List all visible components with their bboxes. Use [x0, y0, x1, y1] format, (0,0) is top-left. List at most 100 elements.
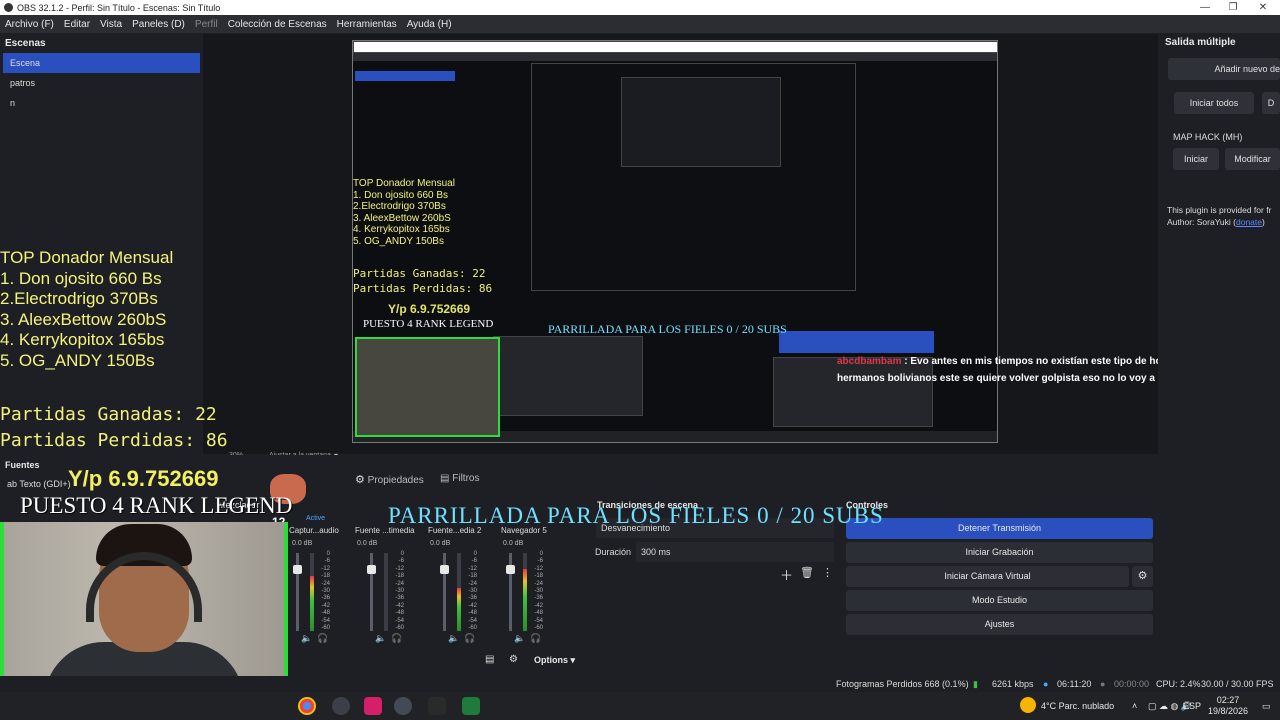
start-virtual-camera-button[interactable]: Iniciar Cámara Virtual: [846, 566, 1129, 587]
start-all-button[interactable]: Iniciar todos: [1174, 92, 1254, 114]
tray-chevron-icon[interactable]: ˄: [1132, 701, 1137, 711]
donor-line: 2.Electrodrigo 370Bs: [0, 289, 158, 308]
menu-edit[interactable]: Editar: [59, 19, 95, 30]
dropped-frames: Fotogramas Perdidos 668 (0.1%): [836, 679, 969, 689]
studio-mode-button[interactable]: Modo Estudio: [846, 590, 1153, 611]
author-suffix: ): [1261, 217, 1265, 227]
excel-icon[interactable]: [462, 697, 480, 715]
meter-ticks: 0 -6 -12 -18 -24 -30 -36 -42 -48 -54 -60: [316, 551, 330, 632]
wins-text: Partidas Ganadas: 22: [0, 404, 217, 425]
menu-tools[interactable]: Herramientas: [332, 19, 402, 30]
nested-controls: [773, 357, 933, 427]
meter-tick: -24: [395, 580, 404, 587]
mute-icon[interactable]: 🔈: [375, 633, 386, 644]
nested-wins: Partidas Ganadas: 22: [353, 267, 486, 280]
menu-bar: Archivo (F) Editar Vista Paneles (D) Per…: [0, 15, 1280, 33]
more-options-icon[interactable]: ⋮: [822, 566, 833, 579]
nested-menu-bar: [353, 53, 997, 61]
menu-profile[interactable]: Perfil: [190, 19, 223, 30]
mute-icon[interactable]: 🔈: [514, 633, 525, 644]
volume-knob[interactable]: [367, 565, 376, 574]
nested-donor-line: 5. OG_ANDY 150Bs: [353, 235, 444, 247]
mixer-channel-db: 0.0 dB: [357, 540, 378, 547]
monitor-icon[interactable]: 🎧: [530, 633, 541, 644]
menu-help[interactable]: Ayuda (H): [402, 19, 457, 30]
map-hack-label: MAP HACK (MH): [1173, 132, 1243, 142]
volume-knob[interactable]: [506, 565, 515, 574]
meter-tick: 0: [539, 551, 543, 557]
duration-input[interactable]: 300 ms: [636, 542, 834, 562]
chrome-icon[interactable]: [298, 697, 316, 715]
donor-line: 4. Kerrykopitox 165bs: [0, 330, 165, 349]
mute-icon[interactable]: 🔈: [448, 633, 459, 644]
record-icon: ●: [1100, 679, 1106, 689]
level-meter-track: [384, 553, 388, 631]
game-icon[interactable]: [428, 697, 446, 715]
menu-view[interactable]: Vista: [95, 19, 127, 30]
close-button[interactable]: ✕: [1248, 0, 1278, 15]
trash-icon[interactable]: 🗑: [800, 566, 814, 579]
title-bar: OBS 32.1.2 - Perfil: Sin Título - Escena…: [0, 0, 1280, 15]
properties-label: Propiedades: [367, 475, 424, 486]
menu-docks[interactable]: Paneles (D): [127, 19, 190, 30]
meter-tick: 0: [326, 551, 330, 557]
monitor-icon[interactable]: 🎧: [464, 633, 475, 644]
mixer-active-label: Active: [306, 515, 326, 522]
scene-item[interactable]: Escena: [3, 53, 200, 73]
volume-knob[interactable]: [293, 565, 302, 574]
mixer-channel-db: 0.0 dB: [430, 540, 451, 547]
virtual-camera-settings-icon[interactable]: ⚙: [1132, 566, 1153, 587]
scene-item[interactable]: n: [3, 93, 200, 113]
monitor-icon[interactable]: 🎧: [317, 633, 328, 644]
maximize-button[interactable]: ❐: [1218, 0, 1248, 15]
mixer-layout-icon[interactable]: ▤: [485, 654, 494, 665]
add-new-target-button[interactable]: Añadir nuevo de: [1168, 58, 1280, 80]
meter-tick: -6: [471, 558, 477, 565]
gear-icon: ⚙: [355, 474, 365, 486]
status-bar: Fotogramas Perdidos 668 (0.1%) ▮ 6261 kb…: [0, 676, 1280, 692]
donor-line: 5. OG_ANDY 150Bs: [0, 350, 155, 370]
nested-losses: Partidas Perdidas: 86: [353, 282, 493, 295]
meter-tick: -36: [395, 595, 404, 602]
monitor-icon[interactable]: 🎧: [391, 633, 402, 644]
stop-all-button[interactable]: D: [1262, 92, 1280, 114]
meter-tick: -12: [534, 565, 543, 572]
meter-tick: -54: [321, 617, 330, 624]
menu-scene-collection[interactable]: Colección de Escenas: [223, 19, 332, 30]
clock-time[interactable]: 02:27: [1212, 695, 1244, 705]
minimize-button[interactable]: —: [1190, 0, 1220, 15]
mixer-gear-icon[interactable]: ⚙: [509, 654, 518, 665]
stop-streaming-button[interactable]: Detener Transmisión: [846, 518, 1153, 539]
filters-button[interactable]: ▤ Filtros: [440, 473, 479, 484]
source-item[interactable]: ab Texto (GDI+): [7, 479, 71, 489]
obs-icon[interactable]: [394, 697, 412, 715]
multiple-output-header: Salida múltiple: [1165, 37, 1236, 48]
meter-tick: -54: [395, 617, 404, 624]
add-transition-button[interactable]: ＋: [780, 565, 793, 584]
weather-text[interactable]: 4°C Parc. nublado: [1041, 701, 1114, 711]
donate-link[interactable]: donate: [1236, 217, 1262, 227]
app-icon[interactable]: [332, 697, 350, 715]
mixer-options-button[interactable]: Options ▾: [534, 655, 575, 666]
map-hack-start-button[interactable]: Iniciar: [1173, 148, 1219, 170]
music-icon[interactable]: [364, 697, 382, 715]
parrillada-text: PARRILLADA PARA LOS FIELES 0 / 20 SUBS: [388, 503, 884, 528]
chat-username: abcdbambam: [837, 356, 902, 367]
scene-item[interactable]: patros: [3, 73, 200, 93]
meter-tick: -36: [321, 595, 330, 602]
settings-button[interactable]: Ajustes: [846, 614, 1153, 635]
properties-button[interactable]: ⚙ Propiedades: [355, 473, 424, 486]
map-hack-modify-button[interactable]: Modificar: [1225, 148, 1280, 170]
language-indicator[interactable]: ESP: [1183, 701, 1201, 711]
clock-date[interactable]: 19/8/2026: [1206, 706, 1250, 716]
nested-yp-text: Y/p 6.9.752669: [388, 302, 471, 316]
volume-knob[interactable]: [440, 565, 449, 574]
stream-icon: ●: [1043, 679, 1049, 689]
menu-file[interactable]: Archivo (F): [0, 19, 59, 30]
start-recording-button[interactable]: Iniciar Grabación: [846, 542, 1153, 563]
meter-tick: -24: [534, 580, 543, 587]
notification-icon[interactable]: ▭: [1262, 701, 1271, 712]
mute-icon[interactable]: 🔈: [301, 633, 312, 644]
meter-tick: -60: [395, 625, 404, 632]
weather-icon: [1020, 697, 1036, 713]
